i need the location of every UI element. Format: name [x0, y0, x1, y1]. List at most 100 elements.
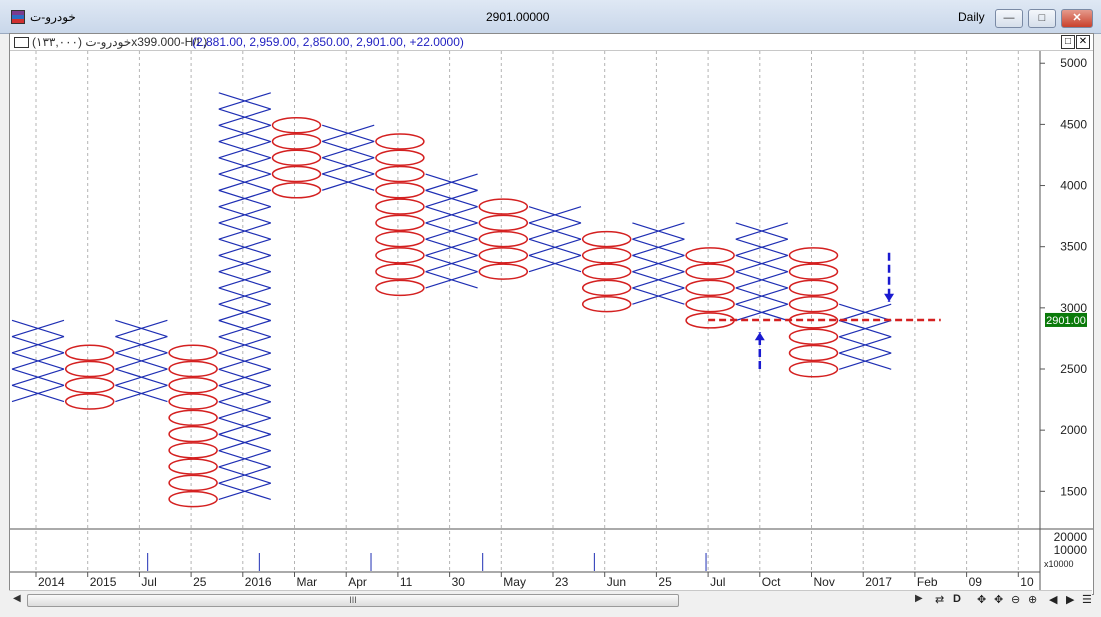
- x-mark: [218, 401, 271, 419]
- minimize-button[interactable]: —: [995, 9, 1023, 28]
- close-button[interactable]: ✕: [1061, 9, 1093, 28]
- x-mark: [425, 173, 478, 191]
- maximize-button[interactable]: □: [1028, 9, 1056, 28]
- x-mark: [528, 222, 582, 240]
- chart-frame[interactable]: خودرو-ت (۱۳۳,۰۰۰)x399.000-H/L) (2,881.00…: [9, 33, 1094, 595]
- pnf-column-10-x: [528, 206, 582, 273]
- x-tick-label: Jul: [141, 575, 156, 589]
- y-tick-label: 2000: [1060, 423, 1087, 437]
- pnf-chart[interactable]: 5000 4500 4000 3500 3000 2500 2000 1500 2901.00 2…: [10, 51, 1093, 608]
- y-tick-label: 1500: [1060, 484, 1087, 498]
- pane-close-button[interactable]: ✕: [1076, 35, 1090, 49]
- legend-toggle-box[interactable]: [14, 37, 29, 48]
- x-mark: [632, 238, 685, 257]
- x-mark: [218, 140, 271, 159]
- scroll-forward-icon[interactable]: ▶: [1066, 593, 1074, 606]
- o-mark: [375, 133, 425, 150]
- x-tick-label: 10: [1020, 575, 1034, 589]
- horizontal-scrollbar[interactable]: ◀ III ▶ ⇄ D ✥ ✥ ⊖ ⊕ ◀ ▶ ☰: [9, 590, 1092, 608]
- pane-maximize-button[interactable]: □: [1061, 35, 1075, 49]
- x-mark: [218, 108, 271, 126]
- zoom-in-icon[interactable]: ⊕: [1028, 593, 1037, 606]
- refresh-tool-icon[interactable]: ⇄: [935, 593, 944, 606]
- x-mark: [115, 384, 168, 403]
- lower-pane-tick-label: 20000: [1054, 530, 1088, 544]
- zoom-out-icon[interactable]: ⊖: [1011, 593, 1020, 606]
- pnf-column-14-x: [735, 222, 788, 322]
- date-tool-icon[interactable]: D: [953, 593, 961, 605]
- o-mark: [168, 409, 218, 427]
- app-icon[interactable]: [11, 10, 25, 24]
- o-mark: [788, 344, 839, 362]
- x-mark: [218, 336, 271, 354]
- o-mark: [64, 344, 115, 361]
- y-tick-label: 3500: [1060, 240, 1087, 254]
- o-mark: [168, 360, 218, 378]
- x-mark: [218, 319, 271, 338]
- y-tick-label: 5000: [1060, 56, 1087, 70]
- o-mark: [375, 279, 425, 297]
- o-mark: [478, 263, 529, 280]
- x-mark: [218, 173, 271, 191]
- x-tick-label: May: [503, 575, 526, 589]
- x-mark: [218, 385, 271, 403]
- x-mark: [218, 352, 271, 370]
- vertical-pan-icon[interactable]: ✥: [977, 593, 986, 606]
- window-title-symbol: خودرو-ت: [30, 10, 76, 24]
- x-tick-label: Feb: [917, 575, 938, 589]
- scroll-right-arrow-icon[interactable]: ▶: [915, 593, 923, 604]
- o-mark: [64, 393, 115, 410]
- pnf-column-5-o: [271, 117, 322, 199]
- x-tick-label: Nov: [814, 575, 835, 589]
- x-mark: [632, 254, 685, 273]
- o-mark: [685, 295, 735, 313]
- x-mark: [425, 222, 478, 240]
- x-mark: [115, 335, 168, 354]
- arrow-up-head: [754, 332, 765, 341]
- o-mark: [685, 279, 735, 297]
- o-mark: [788, 328, 839, 345]
- x-mark: [528, 254, 582, 273]
- x-mark: [322, 173, 375, 191]
- x-mark: [115, 319, 168, 338]
- o-mark: [375, 165, 425, 183]
- lower-pane-tick-label: 10000: [1054, 543, 1088, 557]
- o-mark: [64, 360, 115, 378]
- x-tick-label: 11: [400, 575, 413, 589]
- o-mark: [685, 263, 735, 280]
- x-mark: [115, 352, 168, 370]
- o-mark: [168, 344, 218, 361]
- x-tick-label: 2014: [38, 575, 65, 589]
- scroll-thumb[interactable]: III: [27, 594, 679, 607]
- pnf-column-9-o: [478, 198, 529, 280]
- x-mark: [839, 303, 892, 322]
- x-mark: [11, 335, 65, 354]
- x-mark: [322, 124, 375, 143]
- o-mark: [168, 393, 218, 410]
- x-mark: [218, 466, 271, 484]
- menu-icon[interactable]: ☰: [1082, 593, 1092, 606]
- o-mark: [168, 474, 218, 492]
- x-mark: [425, 238, 478, 257]
- x-mark: [735, 287, 788, 305]
- x-tick-label: 2017: [865, 575, 892, 589]
- scroll-left-arrow-icon[interactable]: ◀: [13, 593, 21, 604]
- x-mark: [528, 206, 582, 224]
- x-tick-label: Jul: [710, 575, 725, 589]
- x-mark: [528, 238, 582, 257]
- x-mark: [735, 271, 788, 289]
- o-mark: [271, 182, 322, 199]
- x-mark: [218, 287, 271, 305]
- pnf-column-2-x: [115, 319, 168, 403]
- pan-icon[interactable]: ✥: [994, 593, 1003, 606]
- scroll-back-icon[interactable]: ◀: [1049, 593, 1057, 606]
- o-mark: [375, 198, 425, 215]
- y-tick-label: 2500: [1060, 362, 1087, 376]
- pnf-column-15-o: [788, 247, 839, 378]
- x-mark: [218, 189, 271, 208]
- o-mark: [581, 247, 632, 264]
- x-mark: [839, 319, 892, 338]
- o-mark: [375, 182, 425, 199]
- x-mark: [218, 417, 271, 435]
- o-mark: [788, 295, 839, 313]
